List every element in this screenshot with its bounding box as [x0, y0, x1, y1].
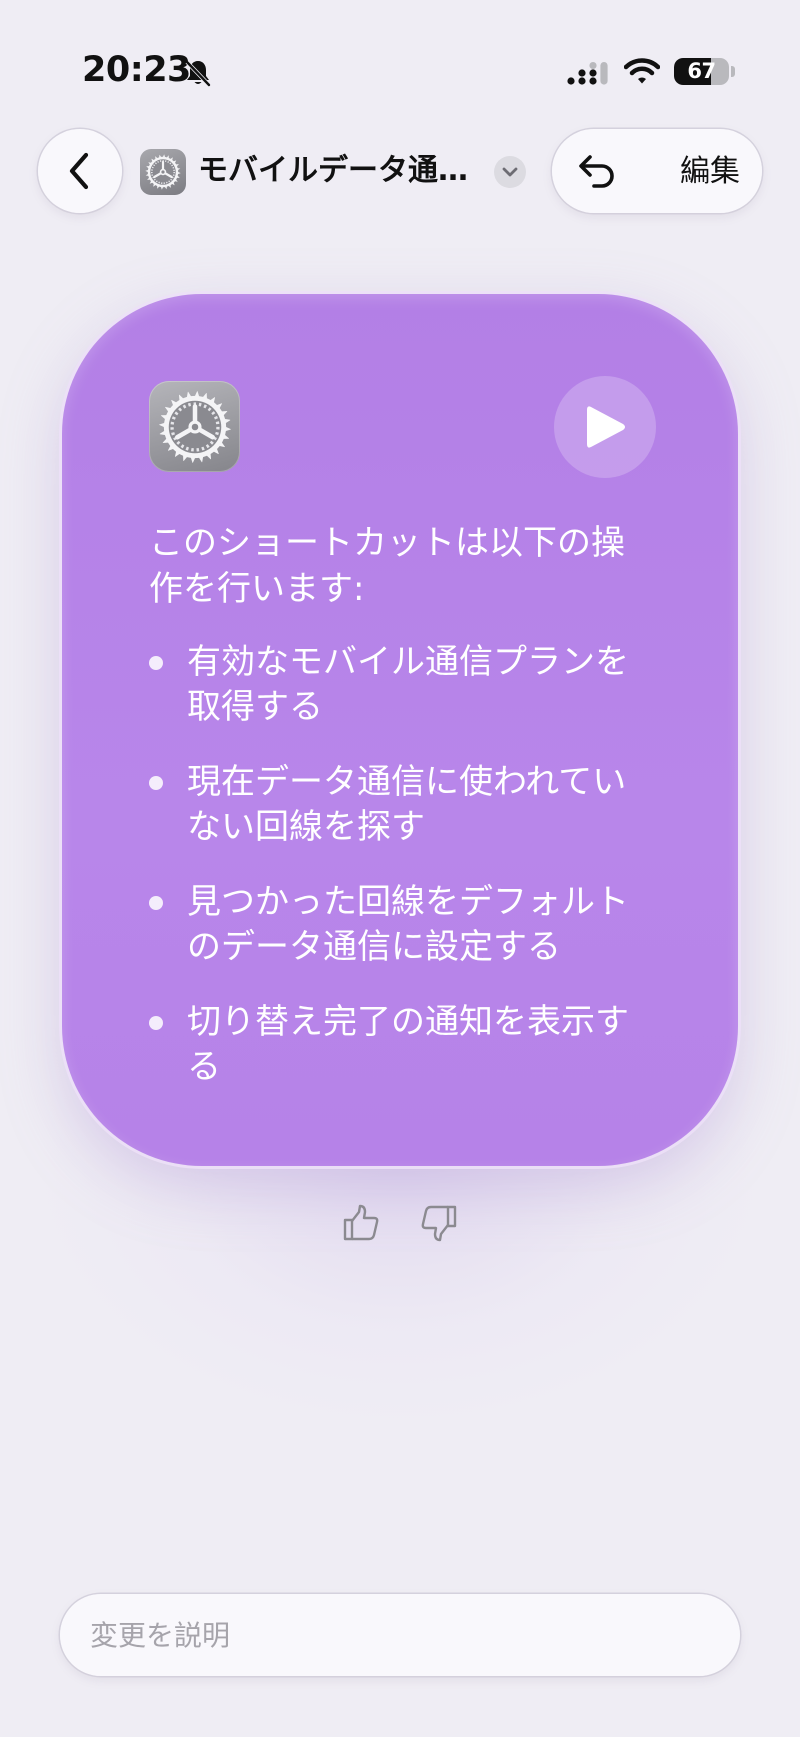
run-shortcut-button[interactable]	[554, 376, 656, 478]
back-button[interactable]	[38, 129, 122, 213]
bell-slash-icon	[185, 60, 211, 87]
undo-arrow-icon[interactable]	[576, 151, 618, 191]
step-text: 有効なモバイル通信プランを取得する	[187, 642, 629, 727]
title-menu-button[interactable]	[494, 156, 526, 188]
card-intro-text: このショートカットは以下の操作を行います:	[149, 523, 625, 609]
steps-list: 有効なモバイル通信プランを取得する 現在データ通信に使われていない回線を探す 見…	[149, 640, 649, 1120]
card-app-icon	[149, 381, 240, 472]
settings-gear-icon	[145, 154, 181, 190]
chevron-left-icon	[69, 152, 89, 190]
status-time: 20:23	[82, 50, 191, 90]
chevron-down-icon	[502, 167, 518, 177]
bullet	[149, 656, 163, 670]
step-text: 切り替え完了の通知を表示する	[187, 1002, 629, 1087]
bullet	[149, 896, 163, 910]
wifi-icon	[624, 58, 660, 84]
battery-icon: 67	[674, 58, 729, 85]
thumbs-down-icon[interactable]	[418, 1202, 460, 1244]
step-text: 見つかった回線をデフォルトのデータ通信に設定する	[187, 882, 629, 967]
step-item: 見つかった回線をデフォルトのデータ通信に設定する	[149, 880, 649, 970]
play-icon	[587, 406, 625, 448]
settings-gear-icon	[158, 390, 231, 463]
cellular-signal-icon	[567, 62, 608, 85]
bullet	[149, 1016, 163, 1030]
step-item: 切り替え完了の通知を表示する	[149, 1000, 649, 1090]
bullet	[149, 776, 163, 790]
battery-cap	[731, 66, 735, 77]
step-text: 現在データ通信に使われていない回線を探す	[187, 762, 627, 847]
shortcut-title[interactable]: モバイルデータ通信切り替え	[198, 150, 476, 192]
shortcut-app-icon[interactable]	[140, 149, 186, 195]
battery-level: 67	[687, 59, 716, 83]
edit-button[interactable]: 編集	[680, 152, 740, 192]
thumbs-up-icon[interactable]	[340, 1202, 382, 1244]
step-item: 有効なモバイル通信プランを取得する	[149, 640, 649, 730]
describe-change-input[interactable]	[60, 1594, 740, 1676]
step-item: 現在データ通信に使われていない回線を探す	[149, 760, 649, 850]
